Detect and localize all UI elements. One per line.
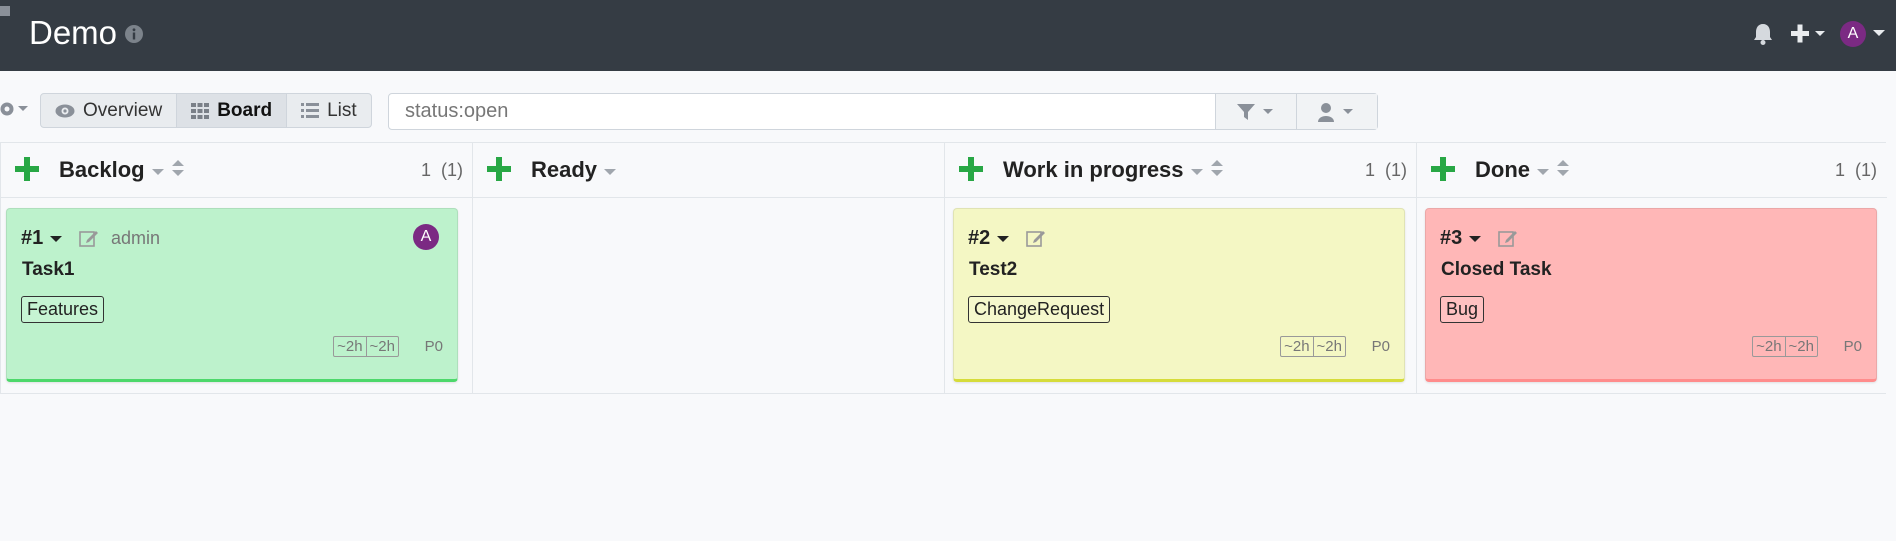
chevron-down-icon[interactable] [603, 167, 617, 177]
add-card-icon[interactable] [15, 157, 39, 181]
card-id: #3 [1440, 227, 1463, 249]
card-id: #2 [968, 227, 991, 249]
card-title[interactable]: Task1 [22, 259, 74, 281]
card-assignee: admin [111, 228, 161, 248]
board-view-label: Board [217, 99, 273, 121]
user-filter-menu-button[interactable] [1296, 94, 1377, 129]
task-card[interactable]: #1 admin A Task1 Features ~2h ~2h P0 [6, 208, 458, 382]
card-priority: P0 [1371, 338, 1390, 355]
column-backlog: Backlog 1 (1) #1 admin A Task1 Features [0, 143, 473, 393]
spent-value: ~2h [1784, 337, 1817, 356]
spent-value: ~2h [1312, 337, 1345, 356]
search-bar [388, 93, 1378, 130]
sort-icon[interactable] [171, 159, 185, 177]
bell-icon[interactable] [1752, 22, 1774, 46]
add-menu-button[interactable] [1791, 22, 1831, 46]
column-header: Done 1 (1) [1417, 143, 1887, 198]
chevron-down-icon[interactable] [1190, 167, 1204, 177]
user-menu-button[interactable]: A [1840, 19, 1890, 49]
column-total: (1) [441, 160, 463, 180]
add-card-icon[interactable] [959, 157, 983, 181]
card-tag[interactable]: Features [21, 296, 105, 323]
edit-icon[interactable] [1026, 228, 1046, 248]
card-tag[interactable]: Bug [1440, 296, 1485, 323]
card-estimate: ~2h ~2h [1280, 336, 1346, 357]
list-view-button[interactable]: List [287, 94, 371, 127]
settings-menu-button[interactable] [0, 97, 30, 121]
eye-icon [55, 104, 75, 117]
search-input[interactable] [389, 94, 1215, 129]
column-count: 1 [1834, 160, 1845, 180]
chevron-down-icon[interactable] [151, 167, 165, 177]
estimate-value: ~2h [1756, 338, 1782, 355]
edit-icon[interactable] [1498, 228, 1518, 248]
board-icon [191, 102, 210, 119]
column-count: 1 [420, 160, 431, 180]
card-tag[interactable]: ChangeRequest [968, 296, 1111, 323]
top-navbar: Demo A [0, 0, 1896, 71]
broken-image-icon [0, 6, 10, 16]
card-id: #1 [21, 227, 44, 249]
estimate-value: ~2h [337, 338, 363, 355]
chevron-down-icon [996, 236, 1009, 242]
column-total: (1) [1385, 160, 1407, 180]
board-view-button[interactable]: Board [177, 94, 288, 127]
chevron-down-icon[interactable] [1536, 167, 1550, 177]
sort-icon[interactable] [1210, 159, 1224, 177]
card-estimate: ~2h ~2h [1752, 336, 1818, 357]
card-title[interactable]: Closed Task [1441, 259, 1552, 281]
list-icon [301, 103, 320, 118]
column-count: 1 [1364, 160, 1375, 180]
column-header: Backlog 1 (1) [1, 143, 473, 198]
view-switcher: Overview Board List [40, 93, 372, 128]
column-header: Work in progress 1 (1) [945, 143, 1417, 198]
project-title[interactable]: Demo [29, 12, 117, 54]
assignee-avatar: A [413, 224, 439, 250]
overview-view-label: Overview [83, 99, 163, 121]
spent-value: ~2h [365, 337, 398, 356]
card-priority: P0 [424, 338, 443, 355]
info-icon[interactable] [124, 24, 144, 44]
column-total: (1) [1855, 160, 1877, 180]
column-header: Ready [473, 143, 945, 198]
add-card-icon[interactable] [487, 157, 511, 181]
plus-icon [1791, 24, 1825, 43]
add-card-icon[interactable] [1431, 157, 1455, 181]
chevron-down-icon [1873, 30, 1885, 36]
estimate-value: ~2h [1284, 338, 1310, 355]
sort-icon[interactable] [1556, 159, 1570, 177]
filter-menu-button[interactable] [1215, 94, 1296, 129]
user-avatar: A [1840, 21, 1866, 47]
kanban-board: Backlog 1 (1) #1 admin A Task1 Features [0, 142, 1887, 394]
column-title: Backlog [59, 157, 145, 182]
column-title: Work in progress [1003, 157, 1184, 182]
column-title: Ready [531, 157, 598, 182]
list-view-label: List [327, 99, 357, 121]
card-estimate: ~2h ~2h [333, 336, 399, 357]
chevron-down-icon [1468, 236, 1481, 242]
user-icon [1318, 102, 1353, 122]
filter-icon [1237, 103, 1273, 120]
column-ready: Ready [472, 143, 945, 393]
column-work-in-progress: Work in progress 1 (1) #2 Test2 ChangeRe… [944, 143, 1417, 393]
column-title: Done [1475, 157, 1530, 182]
card-priority: P0 [1843, 338, 1862, 355]
column-done: Done 1 (1) #3 Closed Task Bug ~2h ~2h P0 [1416, 143, 1887, 393]
chevron-down-icon [49, 236, 62, 242]
gear-icon [0, 102, 28, 116]
edit-icon[interactable] [79, 228, 99, 248]
card-title[interactable]: Test2 [969, 259, 1017, 281]
task-card[interactable]: #3 Closed Task Bug ~2h ~2h P0 [1425, 208, 1877, 382]
overview-view-button[interactable]: Overview [41, 94, 178, 127]
task-card[interactable]: #2 Test2 ChangeRequest ~2h ~2h P0 [953, 208, 1405, 382]
